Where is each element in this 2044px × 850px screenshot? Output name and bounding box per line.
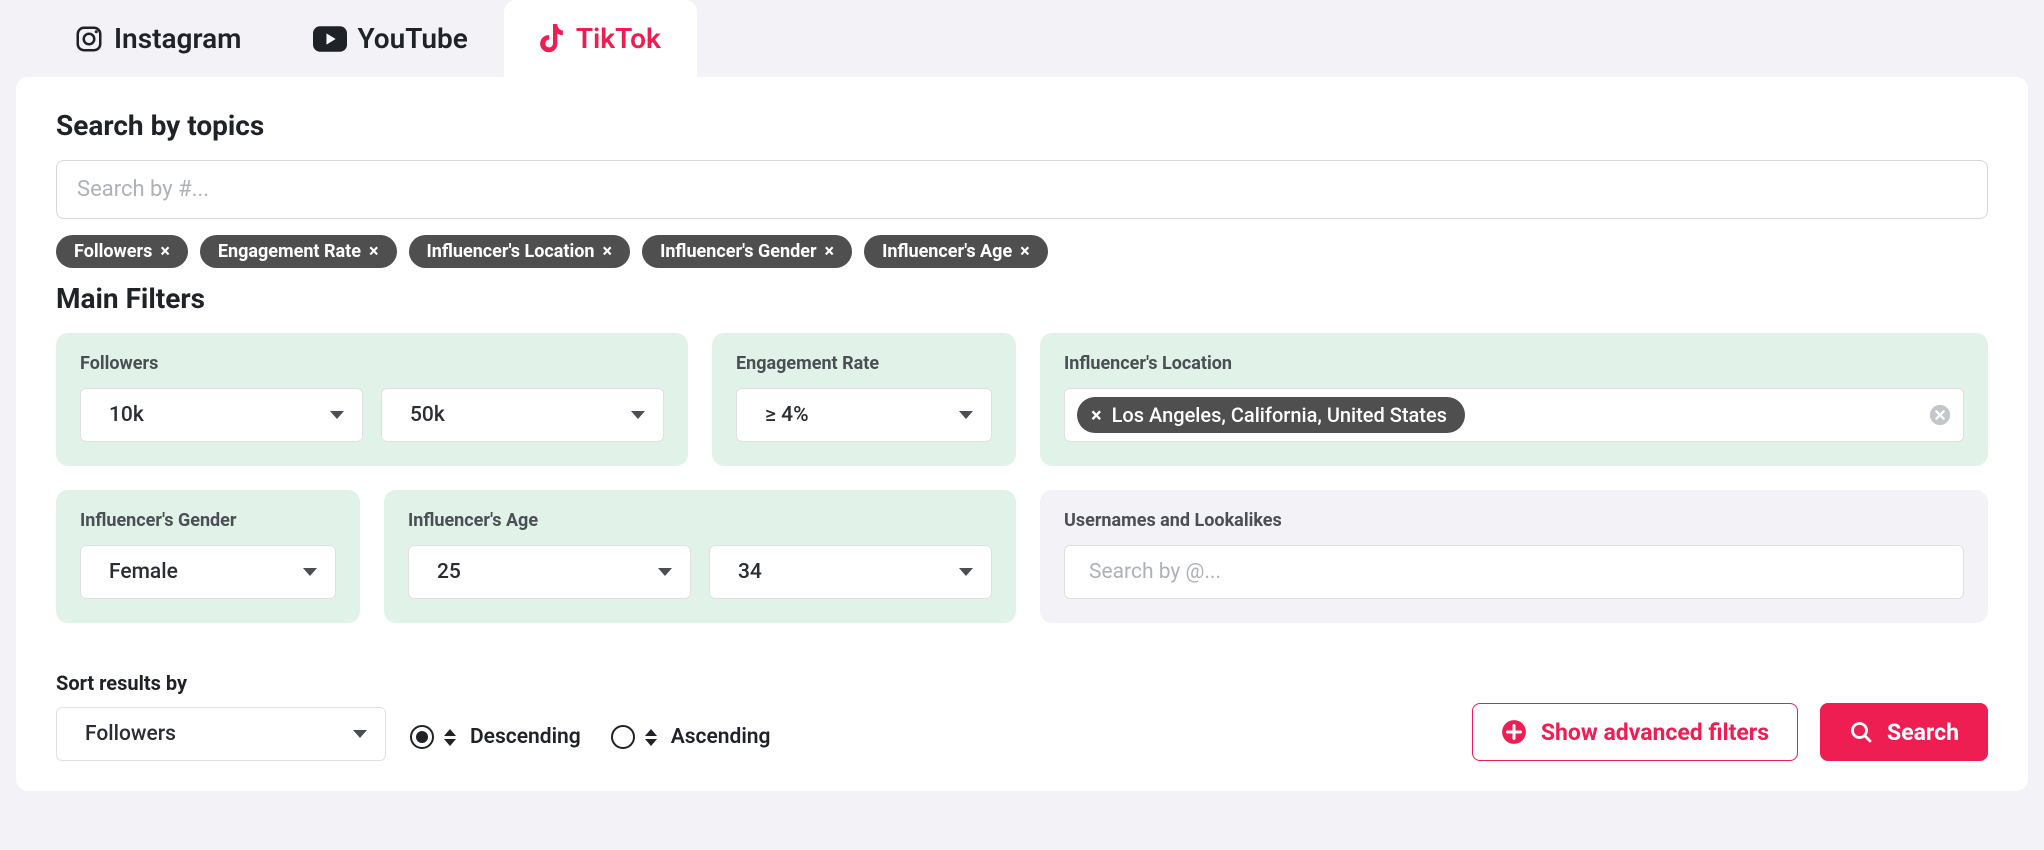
- chevron-down-icon: [631, 411, 645, 419]
- chip-influencer-age[interactable]: Influencer's Age×: [864, 235, 1048, 268]
- influencer-location-label: Influencer's Location: [1064, 353, 1964, 374]
- plus-circle-icon: [1501, 719, 1527, 745]
- age-max-select[interactable]: 34: [709, 545, 992, 599]
- instagram-icon: [74, 24, 104, 54]
- location-input[interactable]: × Los Angeles, California, United States: [1064, 388, 1964, 442]
- search-panel: Search by topics Followers× Engagement R…: [16, 77, 2028, 791]
- influencer-gender-label: Influencer's Gender: [80, 510, 336, 531]
- gender-select[interactable]: Female: [80, 545, 336, 599]
- tab-label: YouTube: [357, 22, 467, 55]
- close-icon[interactable]: ×: [160, 241, 170, 262]
- engagement-rate-label: Engagement Rate: [736, 353, 992, 374]
- search-icon: [1849, 720, 1873, 744]
- clear-icon[interactable]: [1929, 404, 1951, 426]
- chip-influencer-location[interactable]: Influencer's Location×: [409, 235, 631, 268]
- usernames-lookalikes-card: Usernames and Lookalikes: [1040, 490, 1988, 623]
- close-icon[interactable]: ×: [603, 241, 613, 262]
- search-button[interactable]: Search: [1820, 703, 1988, 761]
- close-icon[interactable]: ×: [1020, 241, 1030, 262]
- sort-icon: [645, 729, 657, 746]
- followers-filter-card: Followers 10k 50k: [56, 333, 688, 466]
- influencer-age-filter-card: Influencer's Age 25 34: [384, 490, 1016, 623]
- topics-search-input[interactable]: [56, 160, 1988, 219]
- engagement-rate-filter-card: Engagement Rate ≥ 4%: [712, 333, 1016, 466]
- close-icon[interactable]: ×: [369, 241, 379, 262]
- influencer-gender-filter-card: Influencer's Gender Female: [56, 490, 360, 623]
- engagement-rate-select[interactable]: ≥ 4%: [736, 388, 992, 442]
- tab-instagram[interactable]: Instagram: [38, 0, 277, 77]
- chevron-down-icon: [959, 411, 973, 419]
- influencer-location-filter-card: Influencer's Location × Los Angeles, Cal…: [1040, 333, 1988, 466]
- chevron-down-icon: [330, 411, 344, 419]
- chevron-down-icon: [658, 568, 672, 576]
- active-filter-chips: Followers× Engagement Rate× Influencer's…: [56, 235, 1988, 268]
- followers-label: Followers: [80, 353, 664, 374]
- sort-results-label: Sort results by: [56, 671, 386, 695]
- followers-max-select[interactable]: 50k: [381, 388, 664, 442]
- location-chip[interactable]: × Los Angeles, California, United States: [1077, 397, 1465, 433]
- show-advanced-filters-button[interactable]: Show advanced filters: [1472, 703, 1798, 761]
- chip-engagement-rate[interactable]: Engagement Rate×: [200, 235, 397, 268]
- close-icon[interactable]: ×: [825, 241, 835, 262]
- tab-label: TikTok: [576, 22, 661, 55]
- tiktok-icon: [540, 24, 566, 54]
- platform-tabs: Instagram YouTube TikTok: [16, 0, 2028, 77]
- radio-checked-icon: [410, 725, 434, 749]
- tab-tiktok[interactable]: TikTok: [504, 0, 697, 77]
- tab-youtube[interactable]: YouTube: [277, 0, 503, 77]
- main-filters-title: Main Filters: [56, 282, 1988, 315]
- close-icon[interactable]: ×: [1091, 403, 1102, 427]
- sort-descending-radio[interactable]: Descending: [410, 725, 581, 749]
- chip-influencer-gender[interactable]: Influencer's Gender×: [642, 235, 852, 268]
- radio-unchecked-icon: [611, 725, 635, 749]
- sort-ascending-radio[interactable]: Ascending: [611, 725, 771, 749]
- followers-min-select[interactable]: 10k: [80, 388, 363, 442]
- sort-icon: [444, 729, 456, 746]
- search-by-topics-title: Search by topics: [56, 109, 1988, 142]
- tab-label: Instagram: [114, 22, 241, 55]
- usernames-input[interactable]: [1064, 545, 1964, 599]
- youtube-icon: [313, 25, 347, 53]
- chevron-down-icon: [353, 730, 367, 738]
- chip-followers[interactable]: Followers×: [56, 235, 188, 268]
- influencer-age-label: Influencer's Age: [408, 510, 992, 531]
- usernames-label: Usernames and Lookalikes: [1064, 510, 1964, 531]
- chevron-down-icon: [959, 568, 973, 576]
- sort-by-select[interactable]: Followers: [56, 707, 386, 761]
- age-min-select[interactable]: 25: [408, 545, 691, 599]
- chevron-down-icon: [303, 568, 317, 576]
